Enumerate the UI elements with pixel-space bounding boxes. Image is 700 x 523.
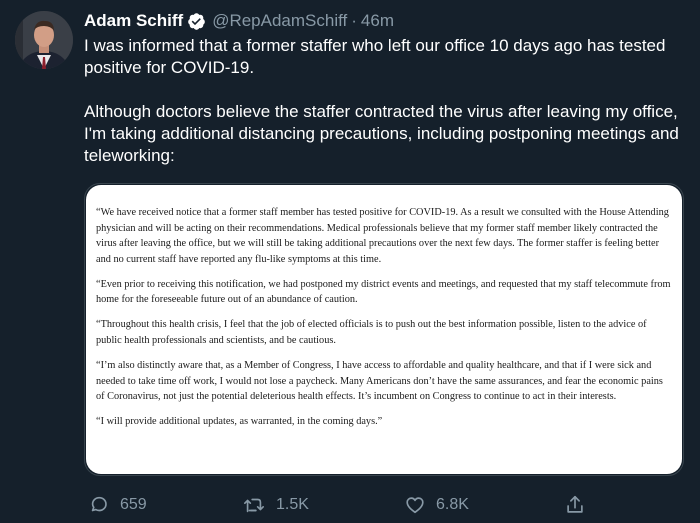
like-count: 6.8K [436, 496, 469, 513]
statement-paragraph: “I’m also distinctly aware that, as a Me… [96, 359, 663, 403]
like-icon [404, 494, 426, 516]
tweet-text: I was informed that a former staffer who… [84, 35, 684, 167]
reply-count: 659 [120, 496, 147, 513]
avatar[interactable] [15, 11, 73, 69]
tweet-paragraph: Although doctors believe the staffer con… [84, 102, 679, 165]
share-button[interactable] [564, 492, 586, 518]
statement-paragraph: “Throughout this health crisis, I feel t… [96, 319, 647, 346]
retweet-count: 1.5K [276, 496, 309, 513]
share-icon [564, 494, 586, 516]
tweet[interactable]: Adam Schiff @RepAdamSchiff · 46m I was i… [0, 0, 700, 523]
retweet-icon [242, 494, 266, 516]
reply-icon [88, 494, 110, 516]
verified-badge-icon [187, 12, 206, 31]
attached-statement-image[interactable]: “We have received notice that a former s… [84, 183, 684, 476]
author-handle[interactable]: @RepAdamSchiff [212, 11, 347, 31]
reply-button[interactable]: 659 [88, 492, 147, 518]
like-button[interactable]: 6.8K [404, 492, 469, 518]
separator-dot: · [351, 11, 357, 30]
tweet-actions: 659 1.5K 6.8K [84, 492, 684, 518]
statement-paragraph: “I will provide additional updates, as w… [96, 416, 383, 428]
statement-document: “We have received notice that a former s… [86, 185, 682, 474]
statement-paragraph: “We have received notice that a former s… [96, 207, 669, 265]
tweet-header: Adam Schiff @RepAdamSchiff · 46m [84, 10, 394, 32]
retweet-button[interactable]: 1.5K [242, 492, 309, 518]
author-name[interactable]: Adam Schiff [84, 11, 183, 31]
statement-paragraph: “Even prior to receiving this notificati… [96, 278, 671, 306]
tweet-paragraph: I was informed that a former staffer who… [84, 36, 666, 77]
timestamp[interactable]: 46m [361, 11, 394, 31]
